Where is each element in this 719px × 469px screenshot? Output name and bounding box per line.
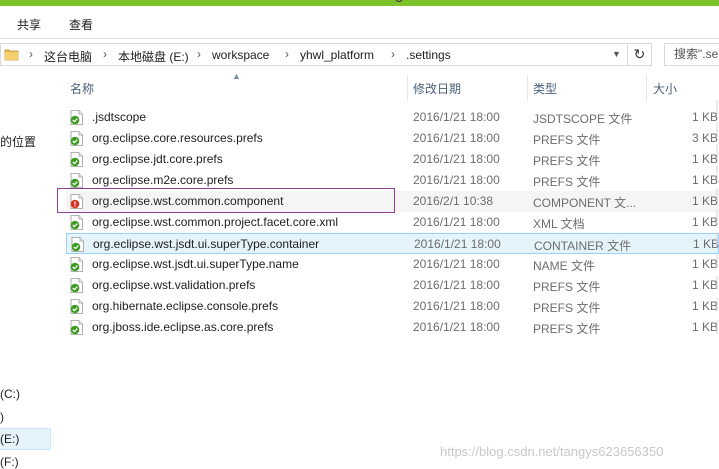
file-type: NAME 文件: [533, 259, 596, 273]
column-header-date[interactable]: 修改日期: [413, 80, 461, 97]
file-modified-date: 2016/1/21 18:00: [413, 215, 500, 229]
breadcrumb-separator[interactable]: ›: [103, 47, 107, 61]
file-row[interactable]: .jsdtscope 2016/1/21 18:00 JSDTSCOPE 文件 1 K…: [66, 107, 719, 128]
file-modified-date: 2016/1/21 18:00: [413, 152, 500, 166]
watermark-text: https://blog.csdn.net/tangys623656350: [440, 444, 664, 459]
file-row[interactable]: org.eclipse.jdt.core.prefs 2016/1/21 18:0…: [66, 149, 719, 170]
file-name: org.eclipse.wst.common.component: [92, 194, 284, 208]
file-modified-date: 2016/1/21 18:00: [413, 131, 500, 145]
file-row[interactable]: org.eclipse.wst.common.project.facet.cor…: [66, 212, 719, 233]
file-synced-icon: [70, 257, 83, 272]
breadcrumb-separator[interactable]: ›: [197, 47, 201, 61]
file-row[interactable]: org.eclipse.core.resources.prefs 2016/1/2…: [66, 128, 719, 149]
breadcrumb-workspace[interactable]: workspace: [212, 48, 269, 62]
file-modified-date: 2016/1/21 18:00: [413, 299, 500, 313]
address-bar-row: › 这台电脑 › 本地磁盘 (E:) › workspace › yhwl_pl…: [0, 40, 719, 70]
file-name: org.eclipse.wst.jsdt.ui.superType.contai…: [93, 237, 320, 251]
breadcrumb-separator[interactable]: ›: [391, 47, 395, 61]
file-type: PREFS 文件: [533, 133, 601, 147]
file-row[interactable]: org.eclipse.wst.jsdt.ui.superType.contai…: [66, 233, 719, 254]
title-fragment: [395, 0, 403, 2]
breadcrumb-separator[interactable]: ›: [29, 47, 33, 61]
file-conflict-icon: [70, 194, 83, 209]
file-type: PREFS 文件: [533, 175, 601, 189]
file-modified-date: 2016/1/21 18:00: [413, 110, 500, 124]
file-type: PREFS 文件: [533, 322, 601, 336]
tab-view[interactable]: 查看: [69, 16, 93, 33]
nav-item-drive-d[interactable]: ): [0, 410, 4, 424]
file-synced-icon: [70, 131, 83, 146]
breadcrumb-this-pc[interactable]: 这台电脑: [44, 48, 92, 65]
file-name: org.hibernate.eclipse.console.prefs: [92, 299, 279, 313]
breadcrumb-separator[interactable]: ›: [285, 47, 289, 61]
nav-item-drive-e[interactable]: (E:): [0, 432, 19, 446]
ribbon-tabs: 共享 查看: [0, 6, 719, 39]
column-divider[interactable]: [407, 74, 408, 102]
file-synced-icon: [70, 278, 83, 293]
nav-item-recent-places[interactable]: 的位置: [0, 133, 36, 150]
refresh-button[interactable]: ↻: [628, 43, 652, 66]
file-row[interactable]: org.eclipse.m2e.core.prefs 2016/1/21 18:0…: [66, 170, 719, 191]
column-header-type[interactable]: 类型: [533, 80, 557, 97]
file-modified-date: 2016/2/1 10:38: [413, 194, 494, 208]
file-type: PREFS 文件: [533, 280, 601, 294]
file-name: org.eclipse.wst.validation.prefs: [92, 278, 256, 292]
nav-item-drive-c[interactable]: (C:): [0, 387, 20, 401]
breadcrumb-project[interactable]: yhwl_platform: [300, 48, 374, 62]
file-synced-icon: [70, 152, 83, 167]
file-type: CONTAINER 文件: [534, 239, 632, 253]
file-name: org.jboss.ide.eclipse.as.core.prefs: [92, 320, 274, 334]
file-name: .jsdtscope: [92, 110, 147, 124]
file-name: org.eclipse.core.resources.prefs: [92, 131, 263, 145]
file-modified-date: 2016/1/21 18:00: [413, 278, 500, 292]
column-header-name[interactable]: 名称: [70, 80, 94, 97]
column-header-size[interactable]: 大小: [653, 80, 677, 97]
file-row[interactable]: org.jboss.ide.eclipse.as.core.prefs 2016/…: [66, 317, 719, 338]
file-type: PREFS 文件: [533, 154, 601, 168]
search-input[interactable]: 搜索".se: [664, 43, 719, 66]
file-synced-icon: [71, 237, 84, 252]
file-synced-icon: [70, 320, 83, 335]
address-dropdown-icon[interactable]: ▼: [612, 49, 621, 59]
file-type: XML 文档: [533, 217, 585, 231]
address-bar[interactable]: › 这台电脑 › 本地磁盘 (E:) › workspace › yhwl_pl…: [0, 43, 628, 66]
column-divider[interactable]: [527, 74, 528, 102]
file-modified-date: 2016/1/21 18:00: [413, 257, 500, 271]
column-divider[interactable]: [646, 74, 647, 102]
breadcrumb-drive-e[interactable]: 本地磁盘 (E:): [118, 48, 189, 65]
file-row[interactable]: org.eclipse.wst.validation.prefs 2016/1/2…: [66, 275, 719, 296]
file-synced-icon: [70, 110, 83, 125]
navigation-pane: 的位置 (C:) ) (E:) (F:): [0, 70, 52, 469]
file-name: org.eclipse.m2e.core.prefs: [92, 173, 234, 187]
file-type: PREFS 文件: [533, 301, 601, 315]
file-synced-icon: [70, 215, 83, 230]
file-row[interactable]: org.eclipse.wst.jsdt.ui.superType.name 20…: [66, 254, 719, 275]
file-modified-date: 2016/1/21 18:00: [414, 237, 501, 251]
file-row[interactable]: org.eclipse.wst.common.component 2016/2/1…: [66, 191, 719, 212]
sort-ascending-icon: ▲: [232, 71, 241, 81]
file-synced-icon: [70, 299, 83, 314]
file-synced-icon: [70, 173, 83, 188]
file-type: COMPONENT 文...: [533, 196, 637, 210]
file-modified-date: 2016/1/21 18:00: [413, 320, 500, 334]
nav-item-drive-f[interactable]: (F:): [0, 455, 19, 469]
file-name: org.eclipse.wst.jsdt.ui.superType.name: [92, 257, 299, 271]
file-modified-date: 2016/1/21 18:00: [413, 173, 500, 187]
file-list: ▲ 名称 修改日期 类型 大小 .jsdtscope 2016/1/21 18:0…: [52, 70, 719, 469]
refresh-icon: ↻: [633, 46, 646, 62]
file-type: JSDTSCOPE 文件: [533, 112, 633, 126]
file-name: org.eclipse.jdt.core.prefs: [92, 152, 223, 166]
file-name: org.eclipse.wst.common.project.facet.cor…: [92, 215, 339, 229]
file-row[interactable]: org.hibernate.eclipse.console.prefs 2016/…: [66, 296, 719, 317]
vertical-scrollbar[interactable]: [712, 100, 719, 340]
folder-icon: [4, 49, 19, 61]
breadcrumb-settings[interactable]: .settings: [406, 48, 451, 62]
tab-share[interactable]: 共享: [17, 16, 41, 33]
